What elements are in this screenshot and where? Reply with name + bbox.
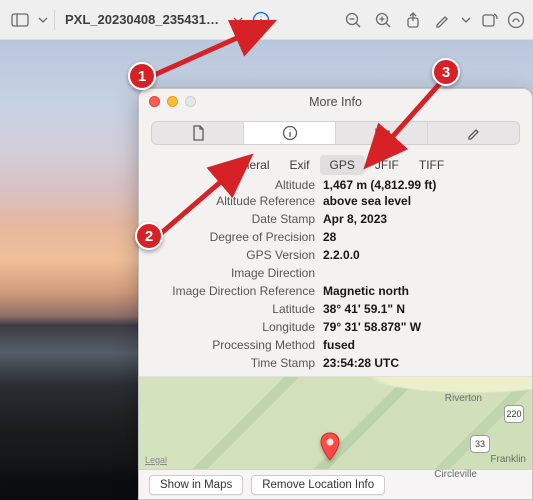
kv-row: Image Direction bbox=[153, 264, 518, 282]
zoom-in-icon[interactable] bbox=[369, 7, 397, 33]
chevron-down-icon[interactable] bbox=[459, 7, 473, 33]
more-info-panel: More Info General Exif GPS JFIF TIFF Alt… bbox=[138, 88, 533, 500]
separator bbox=[54, 10, 55, 30]
kv-row: Altitude Referenceabove sea level bbox=[153, 192, 518, 210]
zoom-icon[interactable] bbox=[185, 96, 196, 107]
rotate-icon[interactable] bbox=[475, 7, 503, 33]
map-legal-link[interactable]: Legal bbox=[145, 455, 167, 465]
panel-titlebar[interactable]: More Info bbox=[139, 89, 532, 115]
map-town-label: Franklin bbox=[490, 454, 526, 465]
app-toolbar: PXL_20230408_235431960… bbox=[0, 0, 533, 40]
subtab-general[interactable]: General bbox=[217, 155, 280, 175]
minimize-icon[interactable] bbox=[167, 96, 178, 107]
subtab-tiff[interactable]: TIFF bbox=[409, 155, 454, 175]
kv-row: Altitude1,467 m (4,812.99 ft) bbox=[153, 177, 518, 192]
subtab-exif[interactable]: Exif bbox=[280, 155, 320, 175]
kv-row: GPS Version2.2.0.0 bbox=[153, 246, 518, 264]
chevron-down-icon[interactable] bbox=[36, 7, 50, 33]
kv-row: Degree of Precision28 bbox=[153, 228, 518, 246]
close-icon[interactable] bbox=[149, 96, 160, 107]
show-in-maps-button[interactable]: Show in Maps bbox=[149, 475, 243, 495]
subtab-gps[interactable]: GPS bbox=[320, 155, 365, 175]
kv-row: Time Stamp23:54:28 UTC bbox=[153, 354, 518, 372]
route-shield: 33 bbox=[470, 435, 490, 453]
seg-info-icon[interactable] bbox=[244, 122, 336, 144]
chevron-down-icon[interactable] bbox=[231, 7, 245, 33]
markup-icon[interactable] bbox=[429, 7, 457, 33]
map-town-label: Riverton bbox=[445, 393, 482, 404]
panel-title: More Info bbox=[309, 95, 362, 109]
subtab-jfif[interactable]: JFIF bbox=[365, 155, 409, 175]
map-pin-icon bbox=[319, 432, 341, 462]
sidebar-toggle-icon[interactable] bbox=[6, 7, 34, 33]
share-icon[interactable] bbox=[399, 7, 427, 33]
kv-row: Image Direction ReferenceMagnetic north bbox=[153, 282, 518, 300]
seg-folder-icon[interactable] bbox=[336, 122, 428, 144]
annotation-marker-2: 2 bbox=[135, 222, 163, 250]
annotation-marker-1: 1 bbox=[128, 62, 156, 90]
highlight-icon[interactable] bbox=[505, 7, 527, 33]
kv-row: Date StampApr 8, 2023 bbox=[153, 210, 518, 228]
info-icon[interactable] bbox=[247, 7, 275, 33]
kv-row: Processing Methodfused bbox=[153, 336, 518, 354]
kv-row: Latitude38° 41' 59.1" N bbox=[153, 300, 518, 318]
zoom-out-icon[interactable] bbox=[339, 7, 367, 33]
remove-location-button[interactable]: Remove Location Info bbox=[251, 475, 385, 495]
window-controls[interactable] bbox=[149, 96, 196, 107]
seg-edit-icon[interactable] bbox=[428, 122, 519, 144]
kv-row: Longitude79° 31' 58.878" W bbox=[153, 318, 518, 336]
segmented-control[interactable] bbox=[151, 121, 520, 145]
annotation-marker-3: 3 bbox=[432, 58, 460, 86]
subtab-bar: General Exif GPS JFIF TIFF bbox=[139, 155, 532, 175]
map-town-label: Circleville bbox=[434, 469, 477, 480]
metadata-list: Altitude1,467 m (4,812.99 ft) Altitude R… bbox=[139, 175, 532, 376]
location-map[interactable]: Riverton Circleville Franklin 220 33 Leg… bbox=[139, 376, 532, 469]
route-shield: 220 bbox=[504, 405, 524, 423]
file-title: PXL_20230408_235431960… bbox=[59, 12, 229, 27]
seg-general-icon[interactable] bbox=[152, 122, 244, 144]
